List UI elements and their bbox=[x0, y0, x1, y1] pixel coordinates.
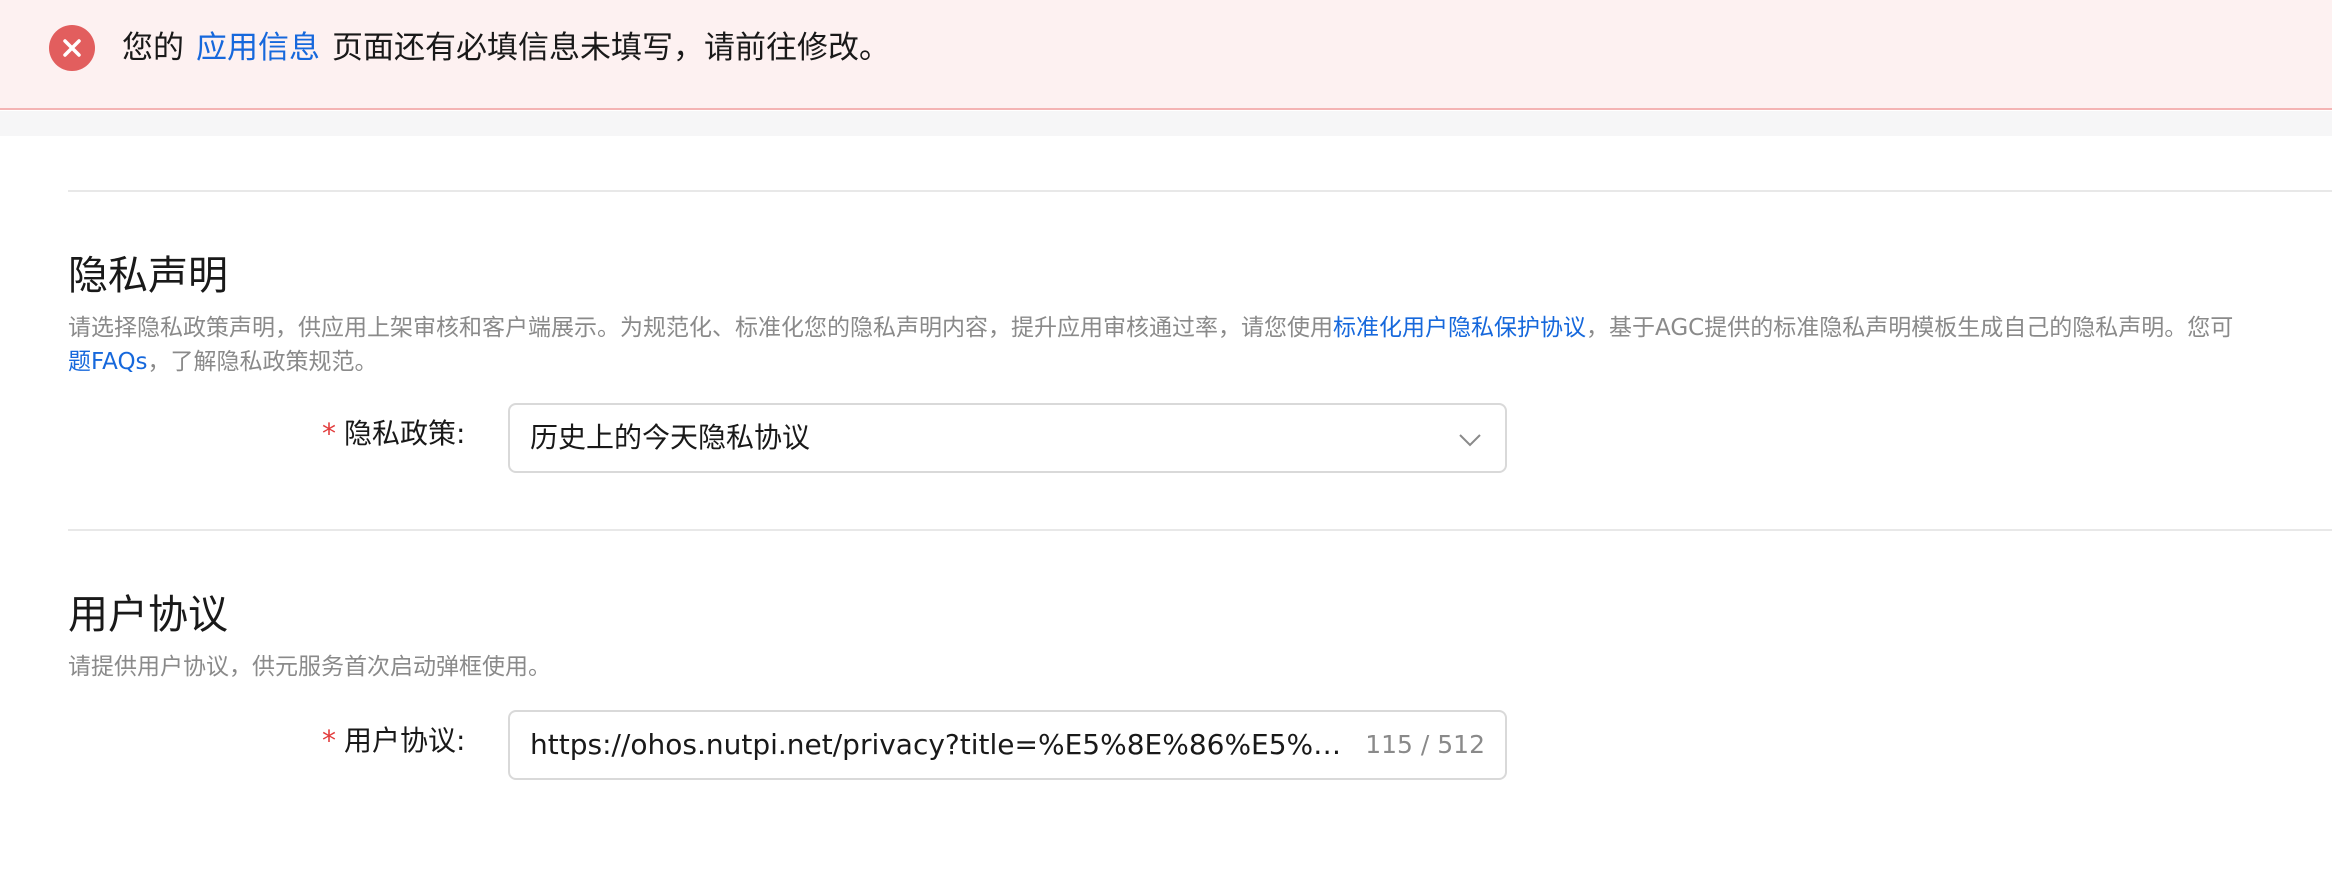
privacy-desc-line2-text: ，了解隐私政策规范。 bbox=[147, 349, 378, 375]
standard-privacy-agreement-link[interactable]: 标准化用户隐私保护协议 bbox=[1333, 315, 1586, 341]
required-mark: * bbox=[322, 724, 336, 757]
char-counter: 115 / 512 bbox=[1365, 730, 1485, 759]
alert-text-after: 页面还有必填信息未填写，请前往修改。 bbox=[332, 30, 890, 66]
user-agreement-label-text: 用户协议: bbox=[344, 724, 466, 757]
user-agreement-section-title: 用户协议 bbox=[68, 592, 228, 638]
privacy-section-desc-line1: 请选择隐私政策声明，供应用上架审核和客户端展示。为规范化、标准化您的隐私声明内容… bbox=[68, 311, 2233, 345]
faq-link[interactable]: 题FAQs bbox=[68, 349, 148, 375]
privacy-desc-text-after: ，基于AGC提供的标准隐私声明模板生成自己的隐私声明。您可 bbox=[1586, 315, 2234, 341]
privacy-policy-label: * 隐私政策: bbox=[322, 414, 465, 454]
privacy-section-title: 隐私声明 bbox=[68, 253, 228, 299]
privacy-section-desc-line2: 题FAQs，了解隐私政策规范。 bbox=[68, 345, 378, 379]
privacy-policy-label-text: 隐私政策: bbox=[344, 417, 466, 450]
error-alert-banner: 您的 应用信息 页面还有必填信息未填写，请前往修改。 bbox=[0, 0, 2332, 110]
section-separator-strip bbox=[0, 111, 2332, 136]
close-circle-icon bbox=[49, 25, 95, 71]
privacy-policy-selected-value: 历史上的今天隐私协议 bbox=[530, 421, 811, 454]
app-info-link[interactable]: 应用信息 bbox=[196, 30, 320, 66]
user-agreement-label: * 用户协议: bbox=[322, 721, 465, 761]
user-agreement-url-value[interactable]: https://ohos.nutpi.net/privacy?title=%E5… bbox=[530, 712, 1355, 778]
privacy-desc-text: 请选择隐私政策声明，供应用上架审核和客户端展示。为规范化、标准化您的隐私声明内容… bbox=[68, 315, 1333, 341]
alert-message: 您的 应用信息 页面还有必填信息未填写，请前往修改。 bbox=[122, 22, 890, 74]
user-agreement-section-desc: 请提供用户协议，供元服务首次启动弹框使用。 bbox=[68, 654, 551, 680]
divider bbox=[68, 529, 2332, 531]
privacy-policy-select[interactable]: 历史上的今天隐私协议 bbox=[508, 403, 1507, 473]
chevron-down-icon[interactable] bbox=[1457, 427, 1483, 457]
user-agreement-input[interactable]: https://ohos.nutpi.net/privacy?title=%E5… bbox=[508, 710, 1507, 780]
required-mark: * bbox=[322, 417, 336, 450]
divider bbox=[68, 190, 2332, 192]
alert-text-before: 您的 bbox=[122, 30, 184, 66]
